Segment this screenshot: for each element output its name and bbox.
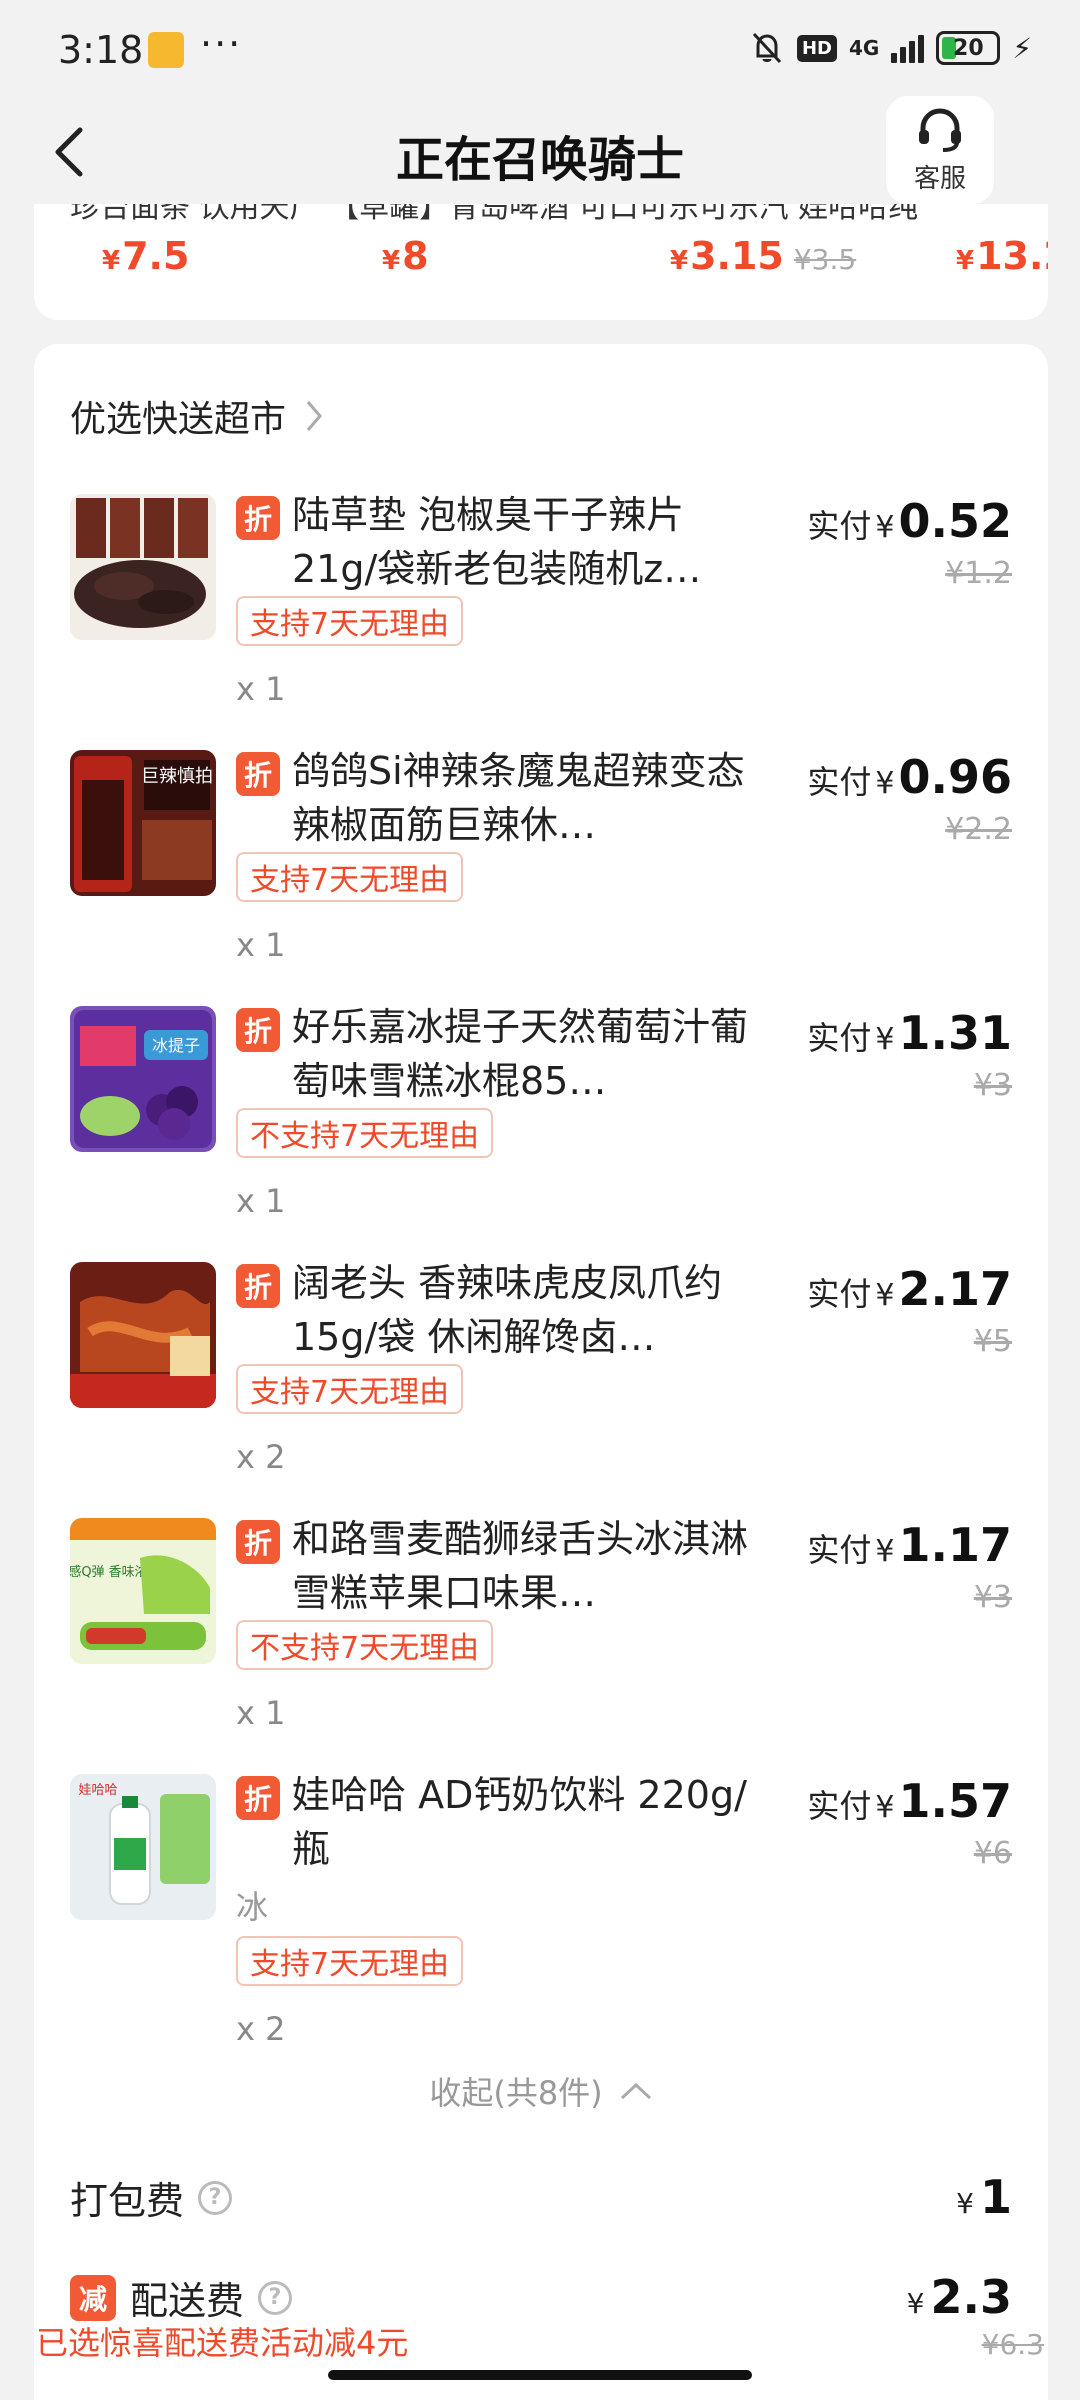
original-price: ¥3: [973, 1068, 1012, 1103]
customer-service-label: 客服: [913, 163, 966, 194]
product-image: 冰提子: [70, 1006, 216, 1152]
status-bar: 3:18 ··· HD 4G 20 ⚡: [0, 0, 1080, 100]
battery-level: 20: [953, 35, 984, 61]
help-icon[interactable]: ?: [198, 2180, 233, 2215]
charging-icon: ⚡: [1012, 31, 1032, 65]
discount-badge: 折: [236, 496, 280, 540]
recommend-price: ¥13.2¥: [956, 234, 1048, 278]
status-time: 3:18: [58, 28, 144, 72]
product-quantity: x 1: [236, 926, 286, 964]
product-image: 巨辣慎拍: [70, 750, 216, 896]
product-item[interactable]: 折 陆草垫 泡椒臭干子辣片21g/袋新老包装随机z… 支持7天无理由 x 1 实…: [34, 484, 1048, 734]
product-item[interactable]: 口感Q弹 香味浓郁 折 和路雪麦酷狮绿舌头冰淇淋雪糕苹果口味果… 不支持7天无理…: [34, 1508, 1048, 1758]
more-notifications-icon: ···: [200, 22, 243, 66]
chevron-up-icon: [620, 2082, 651, 2100]
product-item[interactable]: 冰提子 折 好乐嘉冰提子天然葡萄汁葡萄味雪糕冰棍85… 不支持7天无理由 x 1…: [34, 996, 1048, 1246]
product-image: 口感Q弹 香味浓郁: [70, 1518, 216, 1664]
status-icons: HD 4G 20 ⚡: [749, 30, 1032, 66]
return-policy-tag: 支持7天无理由: [236, 1364, 464, 1414]
battery-icon: 20: [936, 31, 1001, 65]
hd-icon: HD: [796, 34, 837, 62]
product-price: 实付 ¥0.96 ¥2.2: [807, 750, 1012, 847]
original-price: ¥6: [973, 1836, 1012, 1871]
return-policy-tag: 不支持7天无理由: [236, 1108, 494, 1158]
product-title: 娃哈哈 AD钙奶饮料 220g/瓶: [292, 1773, 747, 1871]
customer-service-button[interactable]: 客服: [886, 96, 994, 204]
discount-badge: 减: [70, 2274, 116, 2321]
original-price: ¥5: [973, 1324, 1012, 1359]
return-policy-tag: 支持7天无理由: [236, 1936, 464, 1986]
discount-badge: 折: [236, 752, 280, 796]
network-type: 4G: [848, 36, 880, 60]
chevron-right-icon: [306, 401, 322, 431]
recommend-strip[interactable]: 珍台面条 饮用天广 【草罐】青岛啤酒 可口可乐可乐汽 娃哈哈纯 ¥7.5 ¥8 …: [34, 204, 1048, 320]
return-policy-tag: 支持7天无理由: [236, 852, 464, 902]
mute-bell-icon: [752, 32, 782, 64]
recommend-price: ¥7.5: [102, 234, 190, 278]
product-image: 娃哈哈: [70, 1774, 216, 1920]
currency-symbol: ¥: [956, 2187, 974, 2220]
product-price: 实付 ¥1.57 ¥6: [807, 1774, 1012, 1871]
signal-icon: [891, 33, 925, 63]
packing-fee-row: 打包费 ? ¥ 1: [70, 2170, 1012, 2230]
delivery-fee-label: 配送费: [130, 2279, 245, 2323]
product-item[interactable]: 折 阔老头 香辣味虎皮凤爪约15g/袋 休闲解馋卤… 支持7天无理由 x 2 实…: [34, 1252, 1048, 1502]
product-item[interactable]: 娃哈哈 折 娃哈哈 AD钙奶饮料 220g/瓶 冰 支持7天无理由 x 2 实付…: [34, 1764, 1048, 2048]
recommend-price: ¥3.15 ¥3.5: [670, 234, 857, 278]
product-quantity: x 1: [236, 1182, 286, 1220]
header: 正在召唤骑士 客服: [0, 96, 1080, 210]
recommend-original-price: ¥3.5: [793, 243, 857, 276]
product-item[interactable]: 巨辣慎拍 折 鸽鸽Si神辣条魔鬼超辣变态辣椒面筋巨辣休… 支持7天无理由 x 1…: [34, 740, 1048, 990]
return-policy-tag: 不支持7天无理由: [236, 1620, 494, 1670]
product-image-text: 巨辣慎拍: [141, 766, 213, 787]
store-link[interactable]: 优选快送超市: [70, 390, 324, 442]
delivery-promo-note: 已选惊喜配送费活动减4元: [36, 2324, 409, 2362]
return-policy-tag: 支持7天无理由: [236, 596, 464, 646]
product-quantity: x 2: [236, 1438, 286, 1476]
collapse-label: 收起(共8件): [429, 2074, 603, 2112]
product-quantity: x 1: [236, 1694, 286, 1732]
help-icon[interactable]: ?: [258, 2280, 293, 2315]
product-title: 和路雪麦酷狮绿舌头冰淇淋雪糕苹果口味果…: [292, 1517, 749, 1615]
product-quantity: x 1: [236, 670, 286, 708]
original-price: ¥1.2: [945, 556, 1012, 591]
product-title: 阔老头 香辣味虎皮凤爪约15g/袋 休闲解馋卤…: [292, 1261, 723, 1359]
product-title: 鸽鸽Si神辣条魔鬼超辣变态辣椒面筋巨辣休…: [292, 749, 745, 847]
home-indicator[interactable]: [328, 2370, 752, 2380]
original-price: ¥3: [973, 1580, 1012, 1615]
packing-fee-label: 打包费: [70, 2179, 185, 2223]
discount-badge: 折: [236, 1008, 280, 1052]
product-title: 陆草垫 泡椒臭干子辣片21g/袋新老包装随机z…: [292, 493, 702, 591]
notification-app-icon: [148, 32, 184, 68]
product-title: 好乐嘉冰提子天然葡萄汁葡萄味雪糕冰棍85…: [292, 1005, 749, 1103]
product-price: 实付 ¥0.52 ¥1.2: [807, 494, 1012, 591]
collapse-items-button[interactable]: 收起(共8件): [34, 2068, 1048, 2114]
product-price: 实付 ¥2.17 ¥5: [807, 1262, 1012, 1359]
product-spec-note: 冰: [236, 1888, 269, 1926]
recommend-names: 珍台面条 饮用天广 【草罐】青岛啤酒 可口可乐可乐汽 娃哈哈纯: [70, 204, 919, 225]
delivery-fee-value: 2.3: [930, 2270, 1013, 2324]
product-image: [70, 494, 216, 640]
recommend-price: ¥8: [382, 234, 429, 278]
product-image-text: 冰提子: [152, 1036, 200, 1055]
delivery-original-fee: ¥6.3: [981, 2328, 1044, 2361]
discount-badge: 折: [236, 1520, 280, 1564]
original-price: ¥2.2: [945, 812, 1012, 847]
packing-fee-value: 1: [979, 2170, 1012, 2224]
discount-badge: 折: [236, 1776, 280, 1820]
product-price: 实付 ¥1.31 ¥3: [807, 1006, 1012, 1103]
discount-badge: 折: [236, 1264, 280, 1308]
headset-icon: [919, 107, 961, 152]
currency-symbol: ¥: [906, 2287, 925, 2320]
product-price: 实付 ¥1.17 ¥3: [807, 1518, 1012, 1615]
store-name: 优选快送超市: [70, 399, 287, 440]
order-card: 优选快送超市 折 陆草垫 泡椒臭干子辣片21g/袋新老包装随机z… 支持7天无理…: [34, 344, 1048, 2400]
product-image-text: 娃哈哈: [78, 1783, 117, 1798]
product-image: [70, 1262, 216, 1408]
product-quantity: x 2: [236, 2010, 286, 2048]
